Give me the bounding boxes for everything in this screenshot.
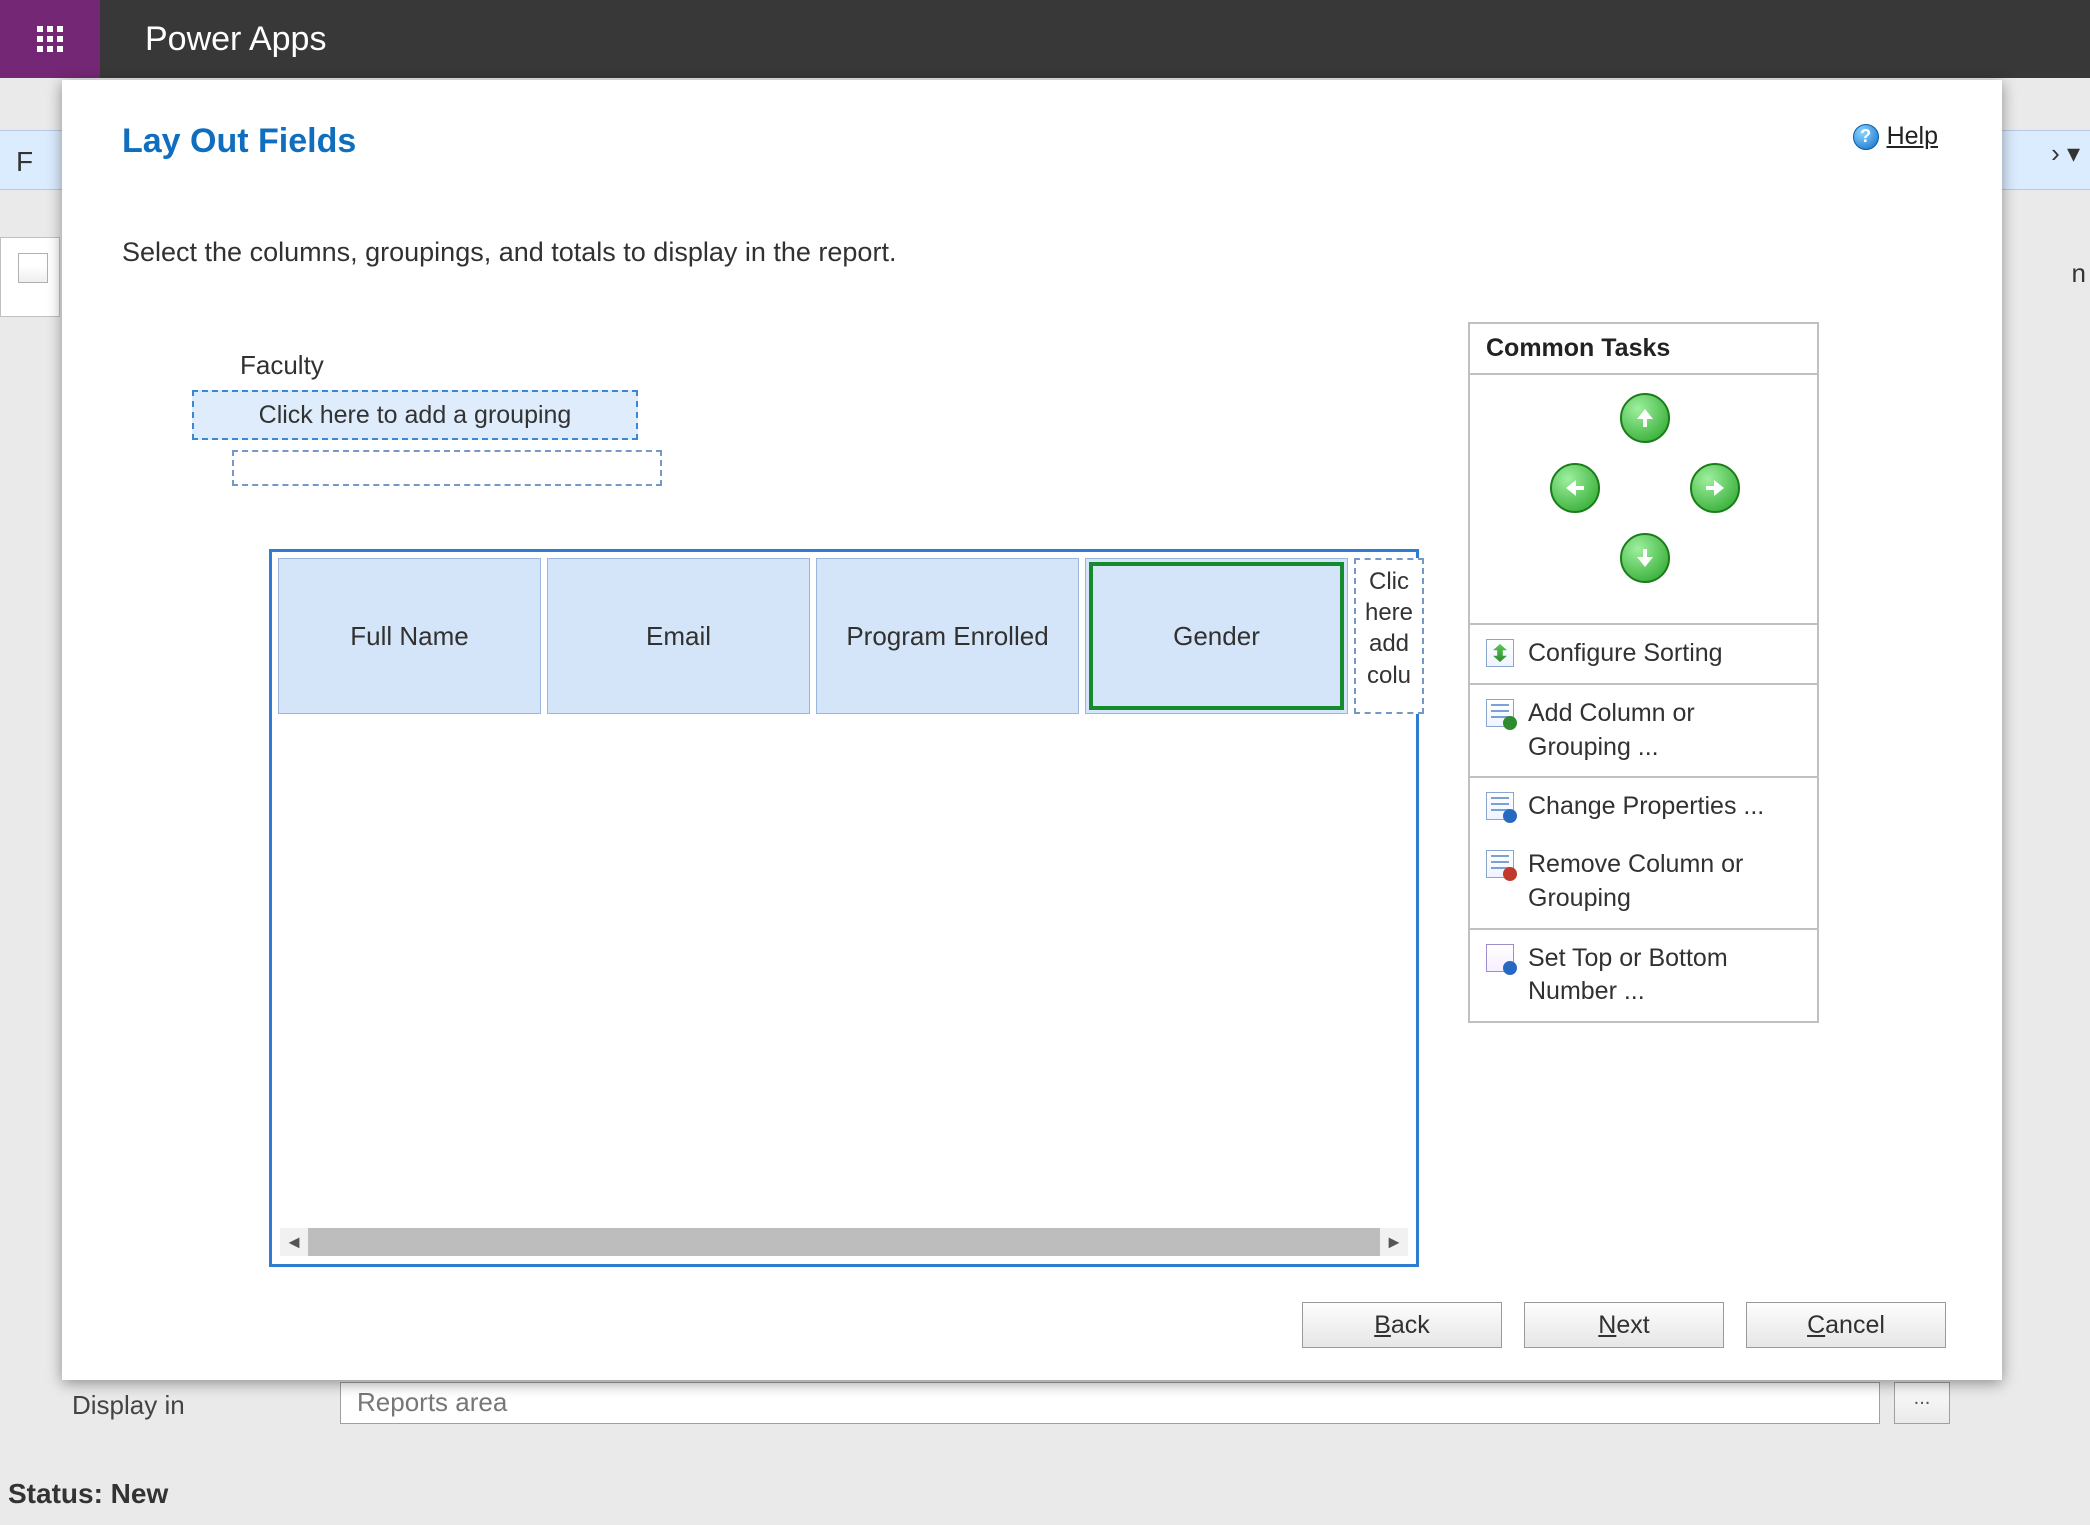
- bg-toolbar-icon: [18, 253, 48, 283]
- column-gender[interactable]: Gender: [1085, 558, 1348, 714]
- properties-icon: [1486, 792, 1514, 820]
- column-email[interactable]: Email: [547, 558, 810, 714]
- app-header: Power Apps: [0, 0, 2090, 78]
- add-grouping-secondary[interactable]: [232, 450, 662, 486]
- bg-ribbon-letter: F: [16, 146, 33, 178]
- task-remove[interactable]: Remove Column or Grouping: [1470, 836, 1817, 928]
- wizard-button-bar: Back Next Cancel: [62, 1302, 2002, 1348]
- column-full-name[interactable]: Full Name: [278, 558, 541, 714]
- task-configure-sorting[interactable]: Configure Sorting: [1470, 625, 1817, 683]
- move-left-button[interactable]: [1550, 463, 1600, 513]
- layout-fields-dialog: Lay Out Fields ? Help Select the columns…: [62, 80, 2002, 1380]
- column-designer: Full Name Email Program Enrolled Gender …: [269, 549, 1419, 1267]
- column-row: Full Name Email Program Enrolled Gender …: [278, 558, 1424, 714]
- display-in-field[interactable]: Reports area: [340, 1382, 1880, 1424]
- dialog-subtitle: Select the columns, groupings, and total…: [122, 237, 896, 268]
- scroll-left-icon[interactable]: ◄: [280, 1228, 308, 1256]
- sort-icon: [1486, 639, 1514, 667]
- arrow-left-icon: [1563, 476, 1587, 500]
- task-change-properties[interactable]: Change Properties ...: [1470, 778, 1817, 836]
- column-program-enrolled[interactable]: Program Enrolled: [816, 558, 1079, 714]
- cancel-button[interactable]: Cancel: [1746, 1302, 1946, 1348]
- status-bar: Status: New: [8, 1478, 168, 1510]
- task-label: Remove Column or Grouping: [1528, 848, 1801, 916]
- bg-right-trunc: n: [2072, 258, 2086, 289]
- common-tasks-panel: Common Tasks Configure Sorting: [1468, 322, 1819, 1023]
- task-label: Set Top or Bottom Number ...: [1528, 942, 1801, 1010]
- display-in-label: Display in: [72, 1390, 185, 1421]
- add-column-placeholder[interactable]: Clichereaddcolu: [1354, 558, 1424, 714]
- scroll-track[interactable]: [308, 1228, 1380, 1256]
- move-arrows-pad: [1470, 375, 1817, 625]
- help-icon: ?: [1853, 124, 1879, 150]
- task-add-column[interactable]: Add Column or Grouping ...: [1470, 685, 1817, 777]
- move-down-button[interactable]: [1620, 533, 1670, 583]
- arrow-up-icon: [1633, 406, 1657, 430]
- back-button[interactable]: Back: [1302, 1302, 1502, 1348]
- common-tasks-header: Common Tasks: [1470, 324, 1817, 375]
- help-link[interactable]: ? Help: [1853, 122, 1938, 151]
- arrow-right-icon: [1703, 476, 1727, 500]
- dialog-title: Lay Out Fields: [122, 122, 356, 161]
- display-in-more-button[interactable]: ...: [1894, 1382, 1950, 1424]
- task-set-topbottom[interactable]: Set Top or Bottom Number ...: [1470, 930, 1817, 1022]
- bg-ribbon-right: › ▾: [2051, 138, 2080, 169]
- task-label: Change Properties ...: [1528, 790, 1764, 824]
- number-icon: [1486, 944, 1514, 972]
- move-up-button[interactable]: [1620, 393, 1670, 443]
- entity-label: Faculty: [240, 350, 324, 381]
- app-title: Power Apps: [145, 20, 326, 59]
- waffle-icon: [37, 26, 63, 52]
- add-icon: [1486, 699, 1514, 727]
- waffle-button[interactable]: [0, 0, 100, 78]
- display-in-value: Reports area: [357, 1387, 507, 1418]
- add-grouping-placeholder[interactable]: Click here to add a grouping: [192, 390, 638, 440]
- task-label: Configure Sorting: [1528, 637, 1723, 671]
- task-label: Add Column or Grouping ...: [1528, 697, 1801, 765]
- move-right-button[interactable]: [1690, 463, 1740, 513]
- help-text: Help: [1887, 122, 1938, 150]
- next-button[interactable]: Next: [1524, 1302, 1724, 1348]
- remove-icon: [1486, 850, 1514, 878]
- horizontal-scrollbar[interactable]: ◄ ►: [280, 1228, 1408, 1256]
- scroll-right-icon[interactable]: ►: [1380, 1228, 1408, 1256]
- arrow-down-icon: [1633, 546, 1657, 570]
